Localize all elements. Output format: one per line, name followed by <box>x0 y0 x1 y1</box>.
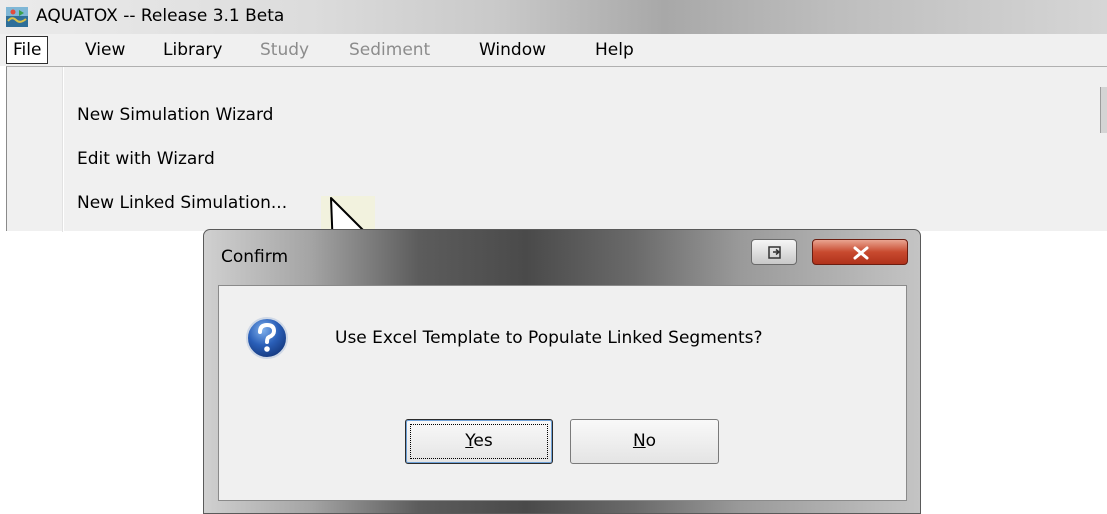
menu-sediment[interactable]: Sediment <box>349 37 430 63</box>
window-title: AQUATOX -- Release 3.1 Beta <box>36 6 285 26</box>
aquatox-app-icon <box>6 7 28 27</box>
question-icon <box>246 317 288 359</box>
dialog-message: Use Excel Template to Populate Linked Se… <box>335 328 763 348</box>
app-title-bar: AQUATOX -- Release 3.1 Beta <box>0 0 1107 34</box>
dialog-close-button[interactable] <box>812 239 908 265</box>
menu-study[interactable]: Study <box>260 37 309 63</box>
menu-item-new-linked-simulation[interactable]: New Linked Simulation... <box>77 189 287 217</box>
menu-item-new-simulation-wizard[interactable]: New Simulation Wizard <box>77 101 273 129</box>
focus-rectangle <box>410 424 548 459</box>
no-button-label: o <box>645 431 657 451</box>
menu-icon-gutter <box>62 67 64 232</box>
menu-bar: File View Library Study Sediment Window … <box>0 34 1107 66</box>
no-button[interactable]: No <box>570 419 719 464</box>
dialog-body: Use Excel Template to Populate Linked Se… <box>218 285 907 501</box>
close-icon <box>853 246 869 260</box>
menu-window[interactable]: Window <box>479 37 546 63</box>
menu-help[interactable]: Help <box>595 37 634 63</box>
menu-file[interactable]: File <box>6 36 49 64</box>
menu-view[interactable]: View <box>85 37 125 63</box>
confirm-dialog: Confirm Use Excel Template to Populate L… <box>203 229 921 514</box>
dialog-title: Confirm <box>221 247 289 267</box>
file-menu-dropdown: New Simulation Wizard Edit with Wizard N… <box>6 66 1107 232</box>
restore-window-icon <box>768 246 781 259</box>
no-button-accelerator: N <box>632 431 646 451</box>
window-edge-scrollbar[interactable] <box>1100 87 1107 133</box>
dialog-restore-button[interactable] <box>751 239 797 265</box>
menu-item-edit-with-wizard[interactable]: Edit with Wizard <box>77 145 215 173</box>
yes-button[interactable]: Yes <box>405 419 553 464</box>
menu-library[interactable]: Library <box>163 37 222 63</box>
